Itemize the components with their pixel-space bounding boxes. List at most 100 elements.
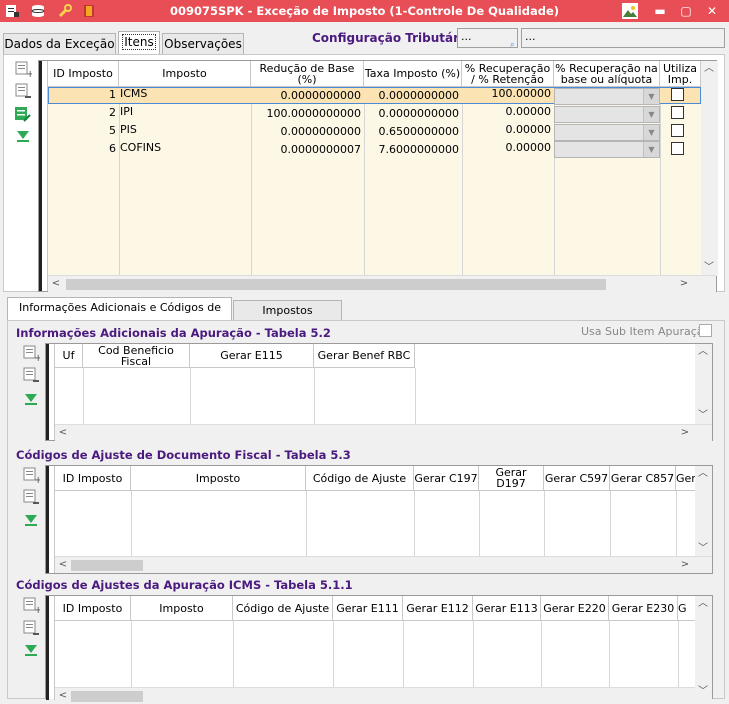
utiliza-imp-checkbox[interactable] <box>671 124 684 137</box>
chevron-down-icon: ▼ <box>643 107 659 122</box>
col-header[interactable]: G <box>678 596 695 621</box>
col-header[interactable]: Código de Ajuste <box>233 596 333 621</box>
scroll-right-icon[interactable]: > <box>676 276 692 292</box>
vertical-scrollbar[interactable]: ︿ ﹀ <box>701 61 718 276</box>
scroll-right-icon[interactable]: > <box>677 557 693 573</box>
items-grid[interactable]: ID Imposto Imposto Redução de Base (%) T… <box>38 60 718 292</box>
col-header[interactable]: Gerar E230 <box>609 596 678 621</box>
utiliza-imp-checkbox[interactable] <box>671 142 684 155</box>
col-header[interactable]: Imposto <box>131 596 233 621</box>
scroll-right-icon[interactable]: > <box>677 425 693 441</box>
grid-511[interactable]: ID Imposto Imposto Código de Ajuste Gera… <box>45 595 713 704</box>
search-icon[interactable]: ⌕ <box>510 40 514 50</box>
vertical-scrollbar[interactable]: ︿ ﹀ <box>695 344 712 424</box>
col-header[interactable]: ID Imposto <box>55 466 131 491</box>
col-header[interactable]: % Recuperação / % Retenção <box>462 61 554 87</box>
col-header[interactable]: Gerar C857 <box>610 466 676 491</box>
col-header[interactable]: Redução de Base (%) <box>251 61 364 87</box>
horizontal-scrollbar[interactable]: < > <box>48 275 716 292</box>
col-header[interactable]: Ger <box>676 466 695 491</box>
edit-green-icon[interactable] <box>14 105 32 123</box>
minimize-button[interactable]: ▬ <box>651 3 669 19</box>
cell-recuperacao: 0.00000 <box>505 141 552 154</box>
base-aliquota-select[interactable]: ▼ <box>554 141 660 158</box>
base-aliquota-select[interactable]: ▼ <box>554 88 660 105</box>
col-header[interactable]: Gerar C597 <box>544 466 610 491</box>
vertical-scrollbar[interactable]: ︿ ﹀ <box>695 466 712 557</box>
cell-id: 5 <box>109 124 116 137</box>
close-button[interactable]: ✕ <box>703 3 721 19</box>
grid-52[interactable]: Uf Cod Beneficio Fiscal Gerar E115 Gerar… <box>45 343 713 441</box>
move-down-icon[interactable] <box>14 127 32 145</box>
col-header[interactable]: Gerar C197 <box>414 466 479 491</box>
scroll-left-icon[interactable]: < <box>48 276 64 292</box>
cell-taxa: 7.6000000000 <box>378 143 459 156</box>
grid-53[interactable]: ID Imposto Imposto Código de Ajuste Gera… <box>45 465 713 574</box>
cell-imposto: PIS <box>120 123 137 136</box>
col-header[interactable]: Gerar Benef RBC <box>314 344 415 368</box>
col-header[interactable]: Taxa Imposto (%) <box>364 61 462 87</box>
scroll-left-icon[interactable]: < <box>55 688 71 704</box>
chevron-down-icon: ▼ <box>643 142 659 157</box>
col-header[interactable]: Cod Beneficio Fiscal <box>83 344 190 368</box>
base-aliquota-select[interactable]: ▼ <box>554 124 660 141</box>
scroll-up-icon[interactable]: ︿ <box>695 344 711 360</box>
horizontal-scrollbar[interactable]: < > <box>55 556 712 573</box>
tab-itens[interactable]: Itens <box>118 31 160 55</box>
col-header[interactable]: Imposto <box>119 61 251 87</box>
col-header[interactable]: % Recuperação na base ou alíquota <box>554 61 660 87</box>
move-down-icon[interactable] <box>22 641 40 659</box>
scroll-down-icon[interactable]: ﹀ <box>695 408 711 424</box>
horizontal-scrollbar[interactable]: < <box>55 687 695 704</box>
scroll-down-icon[interactable]: ﹀ <box>695 541 711 557</box>
tab-observacoes[interactable]: Observações <box>162 33 244 55</box>
vertical-scrollbar[interactable]: ︿ ﹀ <box>695 596 712 700</box>
tab-info-adicionais[interactable]: Informações Adicionais e Códigos de Ajus… <box>7 297 232 334</box>
col-header[interactable]: ID Imposto <box>48 61 119 87</box>
col-header[interactable]: Imposto <box>131 466 306 491</box>
image-icon[interactable] <box>622 3 638 19</box>
base-aliquota-select[interactable]: ▼ <box>554 106 660 123</box>
remove-row-icon[interactable] <box>22 488 40 506</box>
scroll-up-icon[interactable]: ︿ <box>695 596 711 612</box>
col-header[interactable]: ID Imposto <box>55 596 131 621</box>
section-53-title: Códigos de Ajuste de Documento Fiscal - … <box>16 448 351 462</box>
cell-recuperacao: 0.00000 <box>505 123 552 136</box>
scroll-left-icon[interactable]: < <box>55 557 71 573</box>
add-row-icon[interactable]: + <box>22 344 40 362</box>
config-field-1[interactable]: ... <box>457 28 518 48</box>
col-header[interactable]: Utiliza Imp. <box>660 61 701 87</box>
scroll-thumb[interactable] <box>71 560 143 571</box>
scroll-up-icon[interactable]: ︿ <box>695 466 711 482</box>
config-field-2[interactable]: ... <box>521 28 725 48</box>
col-header[interactable]: Gerar E115 <box>190 344 314 368</box>
usa-sub-item-checkbox[interactable] <box>699 324 712 337</box>
add-row-icon[interactable]: + <box>22 596 40 614</box>
remove-row-icon[interactable] <box>22 366 40 384</box>
remove-row-icon[interactable] <box>14 82 32 100</box>
col-header[interactable]: Gerar E111 <box>333 596 403 621</box>
add-row-icon[interactable]: + <box>22 466 40 484</box>
scroll-left-icon[interactable]: < <box>55 425 71 441</box>
maximize-button[interactable]: ▢ <box>677 3 695 19</box>
move-down-icon[interactable] <box>22 511 40 529</box>
utiliza-imp-checkbox[interactable] <box>671 88 684 101</box>
add-row-icon[interactable]: + <box>14 60 32 78</box>
scroll-down-icon[interactable]: ﹀ <box>701 260 717 276</box>
scroll-thumb[interactable] <box>66 279 606 290</box>
col-header[interactable]: Gerar E113 <box>473 596 541 621</box>
col-header[interactable]: Uf <box>55 344 83 368</box>
col-header[interactable]: Gerar E112 <box>403 596 473 621</box>
tab-dados-excecao[interactable]: Dados da Exceção <box>3 33 116 55</box>
scroll-down-icon[interactable]: ﹀ <box>695 684 711 700</box>
tab-impostos-vinculados[interactable]: Impostos Vinculados <box>233 300 342 337</box>
utiliza-imp-checkbox[interactable] <box>671 106 684 119</box>
scroll-up-icon[interactable]: ︿ <box>701 61 717 77</box>
col-header[interactable]: Gerar D197 <box>479 466 544 491</box>
horizontal-scrollbar[interactable]: < > <box>55 424 712 441</box>
col-header[interactable]: Código de Ajuste <box>306 466 414 491</box>
move-down-icon[interactable] <box>22 390 40 408</box>
remove-row-icon[interactable] <box>22 619 40 637</box>
scroll-thumb[interactable] <box>71 691 143 702</box>
col-header[interactable]: Gerar E220 <box>541 596 609 621</box>
